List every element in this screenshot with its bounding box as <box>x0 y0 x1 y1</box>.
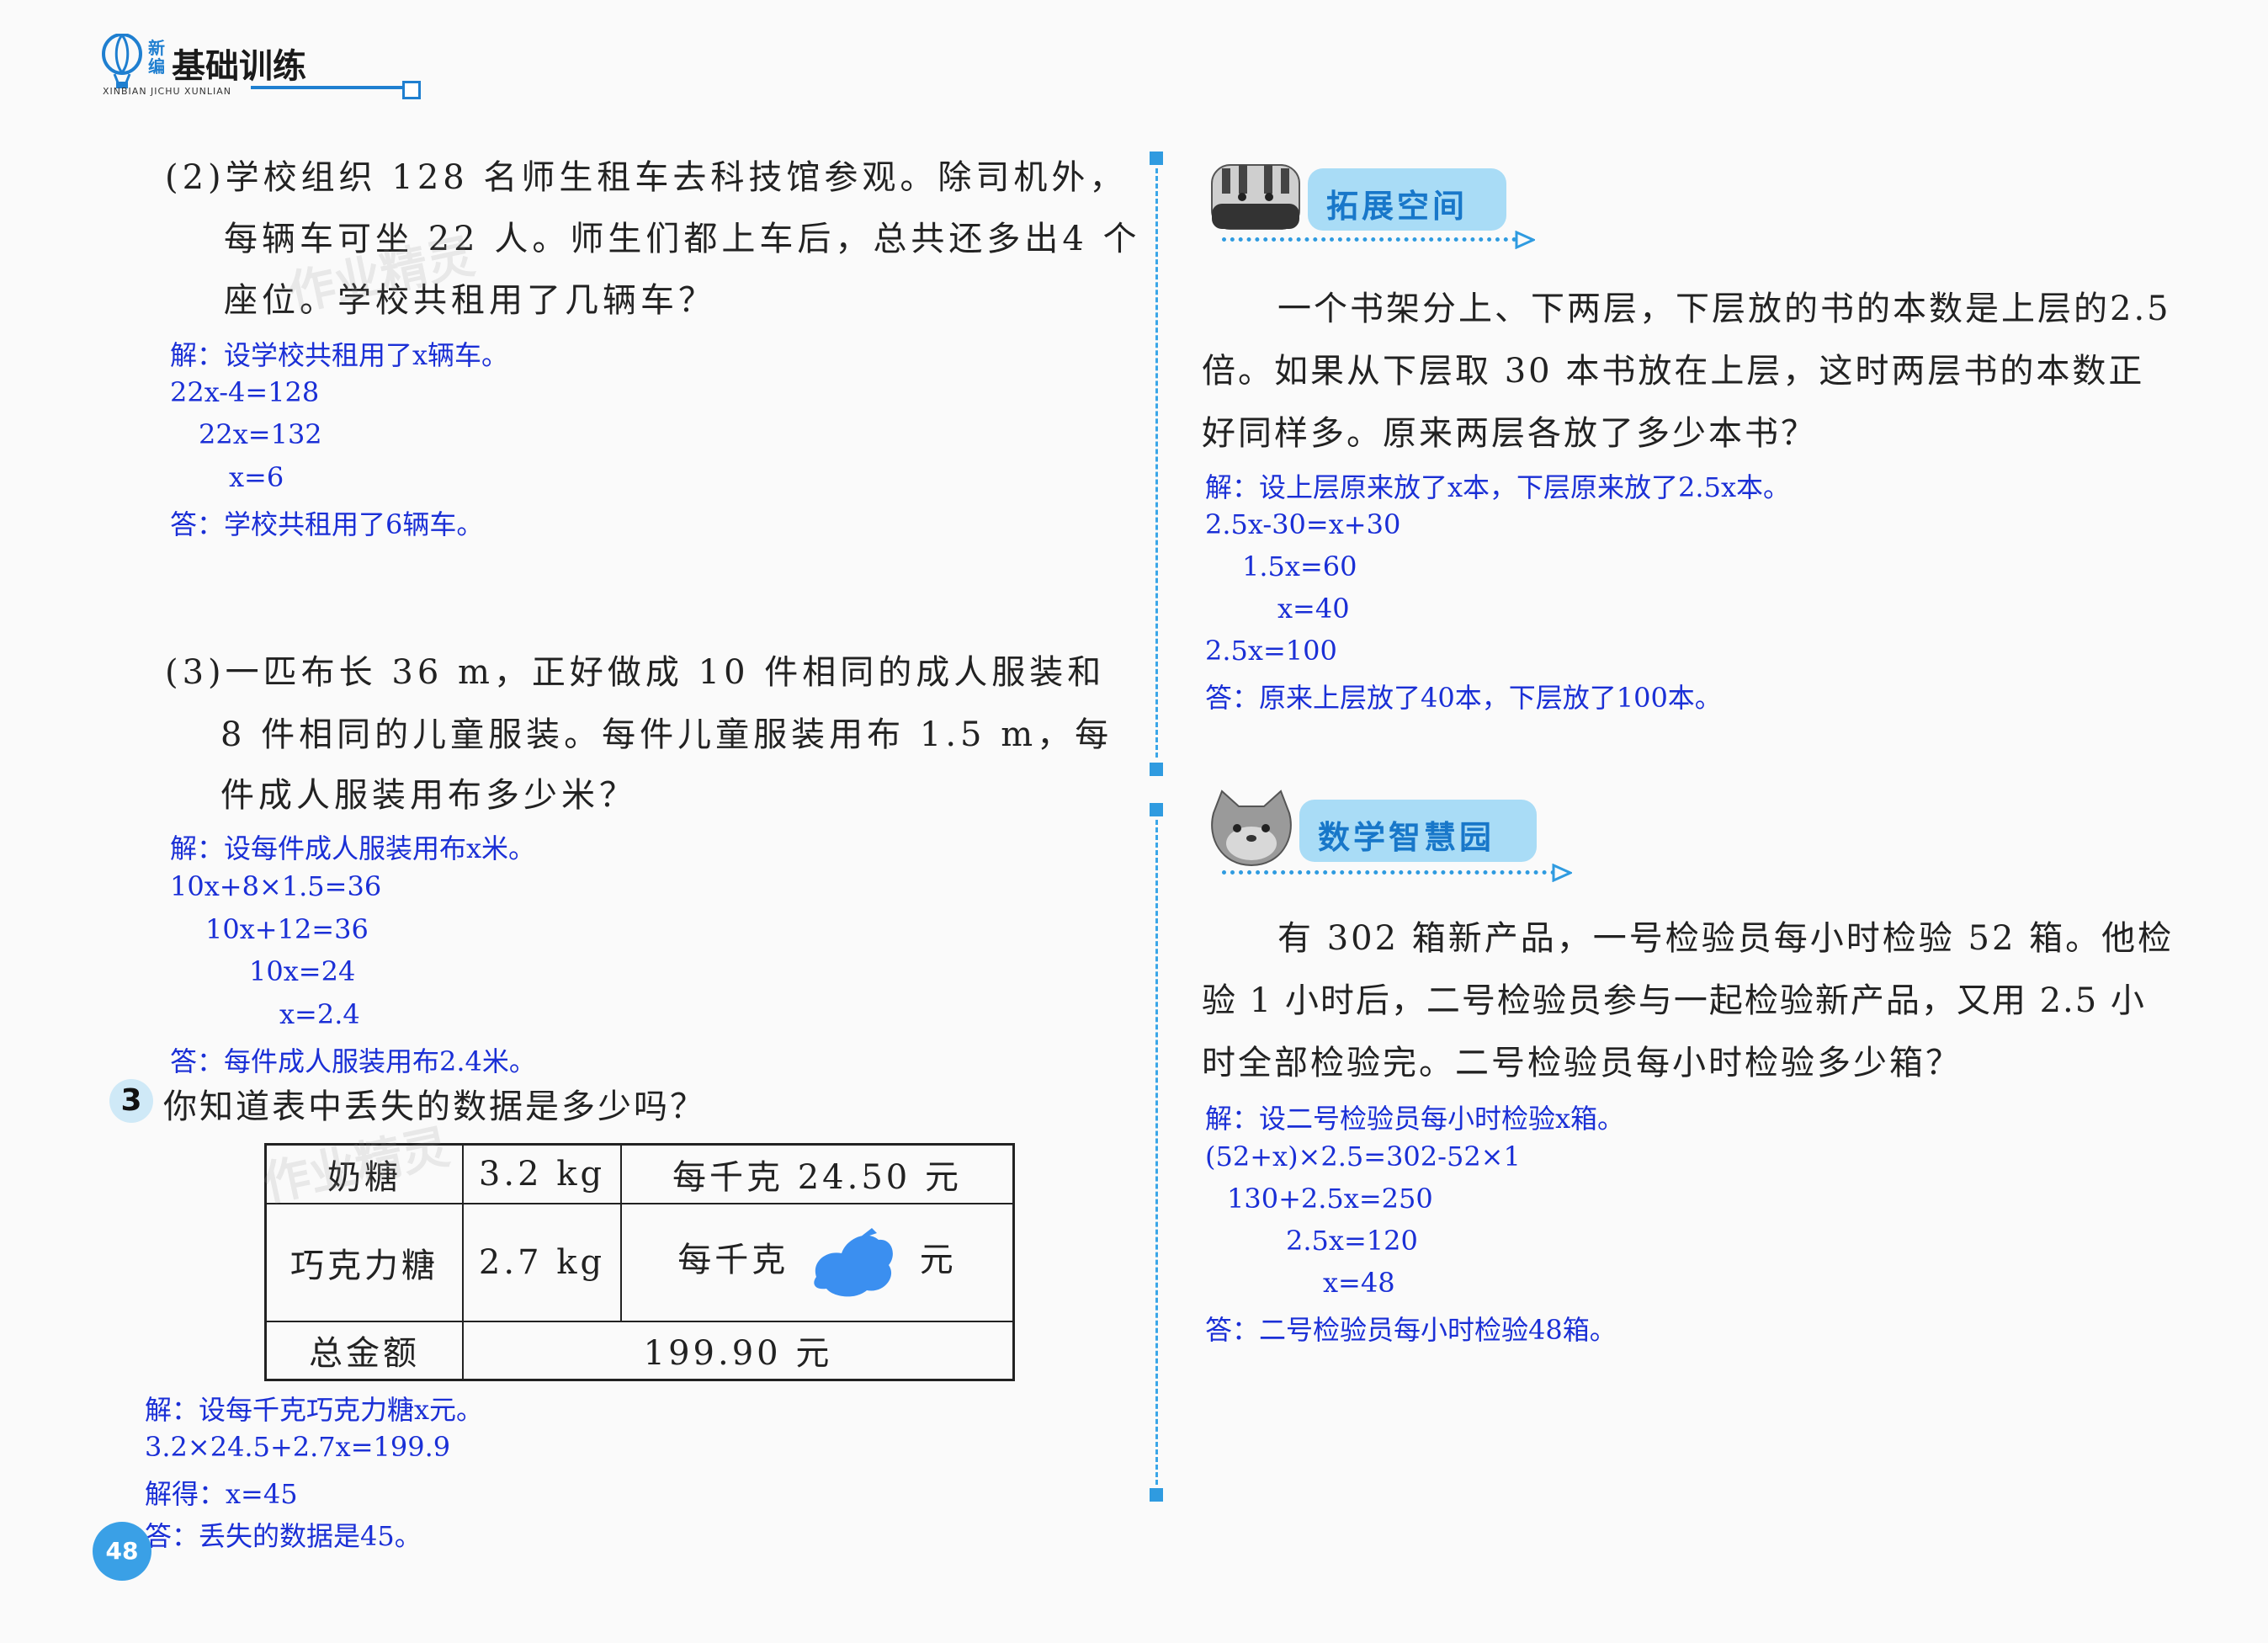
wisdom-answer-3: 130+2.5x=250 <box>1227 1183 1433 1215</box>
divider-marker <box>1150 1488 1163 1502</box>
expand-answer-2: 2.5x-30=x+30 <box>1205 508 1401 540</box>
section-title-expand: 拓展空间 <box>1326 188 1469 225</box>
expand-line-1: 一个书架分上、下两层，下层放的书的本数是上层的2.5 <box>1277 290 2171 328</box>
arrow-right-icon <box>1515 231 1535 249</box>
divider-marker <box>1150 152 1163 165</box>
expand-line-3: 好同样多。原来两层各放了多少本书？ <box>1202 414 1817 453</box>
expand-answer-5: 2.5x=100 <box>1205 635 1337 667</box>
p2-answer-3: 22x=132 <box>199 418 322 450</box>
p3-answer-6: 答：每件成人服装用布2.4米。 <box>170 1045 536 1077</box>
p2-answer-4: x=6 <box>229 461 284 493</box>
q3-answer-1: 解：设每千克巧克力糖x元。 <box>145 1394 484 1426</box>
table-cell: 元 <box>919 1240 957 1279</box>
p3-line-3: 件成人服装用布多少米？ <box>220 776 637 815</box>
p2-line-1: (2)学校组织 128 名师生租车去科技馆参观。除司机外， <box>165 158 1128 197</box>
table-cell: 3.2 kg <box>462 1143 622 1204</box>
q3-answer-3: 解得：x=45 <box>145 1478 298 1510</box>
logo-badge: 新编 <box>148 38 165 77</box>
q3-answer-2: 3.2×24.5+2.7x=199.9 <box>145 1431 451 1463</box>
table-row: 巧克力糖 2.7 kg 每千克 元 <box>264 1202 1015 1322</box>
logo-box <box>402 81 421 99</box>
wisdom-answer-5: x=48 <box>1323 1267 1395 1299</box>
page-number: 48 <box>93 1522 151 1581</box>
p3-answer-2: 10x+8×1.5=36 <box>170 870 382 902</box>
table-row: 总金额 199.90 元 <box>264 1320 1015 1381</box>
ink-blot-icon <box>814 1227 893 1296</box>
p3-answer-3: 10x+12=36 <box>205 913 369 945</box>
logo-title: 基础训练 <box>172 47 306 86</box>
zebra-mascot-icon <box>1211 164 1300 230</box>
divider-line <box>1155 168 1158 758</box>
q3-answer-4: 答：丢失的数据是45。 <box>145 1520 422 1552</box>
p2-answer-5: 答：学校共租用了6辆车。 <box>170 508 484 540</box>
p2-answer-1: 解：设学校共租用了x辆车。 <box>170 339 509 371</box>
wisdom-line-2: 验 1 小时后，二号检验员参与一起检验新产品，又用 2.5 小 <box>1202 981 2146 1020</box>
section-title-wisdom: 数学智慧园 <box>1318 819 1495 856</box>
table-cell-price: 每千克 元 <box>620 1202 1015 1322</box>
divider-line <box>1155 820 1158 1485</box>
expand-answer-1: 解：设上层原来放了x本，下层原来放了2.5x本。 <box>1205 471 1790 503</box>
wisdom-line-1: 有 302 箱新产品，一号检验员每小时检验 52 箱。他检 <box>1277 919 2175 958</box>
expand-answer-4: x=40 <box>1277 593 1350 625</box>
p3-answer-4: 10x=24 <box>249 955 356 987</box>
arrow-right-icon <box>1552 864 1572 882</box>
wisdom-answer-4: 2.5x=120 <box>1286 1225 1418 1257</box>
table-cell: 199.90 元 <box>462 1320 1015 1381</box>
divider-marker <box>1150 763 1163 776</box>
wisdom-line-3: 时全部检验完。二号检验员每小时检验多少箱？ <box>1202 1044 1962 1082</box>
divider-marker <box>1150 803 1163 816</box>
section-header-wisdom: 数学智慧园 <box>1205 788 1575 882</box>
wisdom-answer-2: (52+x)×2.5=302-52×1 <box>1205 1141 1521 1172</box>
expand-line-2: 倍。如果从下层取 30 本书放在上层，这时两层书的本数正 <box>1202 352 2145 391</box>
table-cell: 总金额 <box>264 1320 464 1381</box>
expand-answer-3: 1.5x=60 <box>1242 550 1357 582</box>
logo-subtitle: XINBIAN JICHU XUNLIAN <box>103 86 231 97</box>
balloon-icon <box>102 34 142 88</box>
p2-answer-2: 22x-4=128 <box>170 376 320 408</box>
logo-underline <box>251 86 411 89</box>
p3-answer-1: 解：设每件成人服装用布x米。 <box>170 832 536 864</box>
table-cell: 每千克 24.50 元 <box>620 1143 1015 1204</box>
p3-answer-5: x=2.4 <box>279 998 360 1030</box>
cat-mascot-icon <box>1211 790 1292 867</box>
question-number: 3 <box>109 1079 153 1123</box>
expand-answer-6: 答：原来上层放了40本，下层放了100本。 <box>1205 682 1722 714</box>
table-cell: 每千克 <box>677 1240 789 1279</box>
logo: 新编 基础训练 XINBIAN JICHU XUNLIAN <box>99 32 421 99</box>
table-cell: 2.7 kg <box>462 1202 622 1322</box>
table-cell: 巧克力糖 <box>264 1202 464 1322</box>
dotted-underline <box>1222 237 1516 242</box>
wisdom-answer-6: 答：二号检验员每小时检验48箱。 <box>1205 1314 1617 1346</box>
p3-line-1: (3)一匹布长 36 m，正好做成 10 件相同的成人服装和 <box>165 653 1106 692</box>
dotted-underline <box>1222 870 1555 875</box>
section-header-expand: 拓展空间 <box>1205 157 1542 249</box>
wisdom-answer-1: 解：设二号检验员每小时检验x箱。 <box>1205 1103 1625 1135</box>
p3-line-2: 8 件相同的儿童服装。每件儿童服装用布 1.5 m，每 <box>220 715 1113 754</box>
